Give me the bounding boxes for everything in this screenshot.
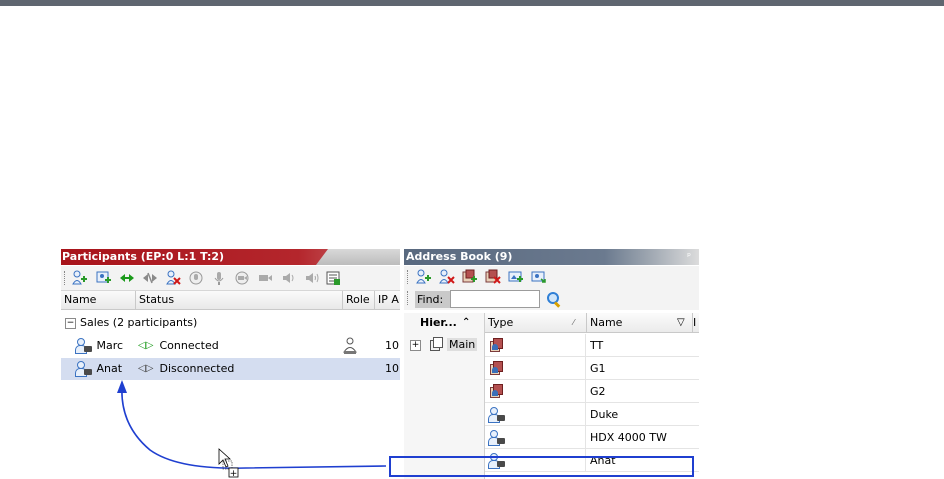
drag-arrow xyxy=(121,385,387,469)
arrow-head xyxy=(117,380,127,393)
cursor-badge: + xyxy=(230,469,238,479)
drag-cursor-icon: + xyxy=(218,448,239,479)
drag-annotation: + xyxy=(117,380,387,479)
